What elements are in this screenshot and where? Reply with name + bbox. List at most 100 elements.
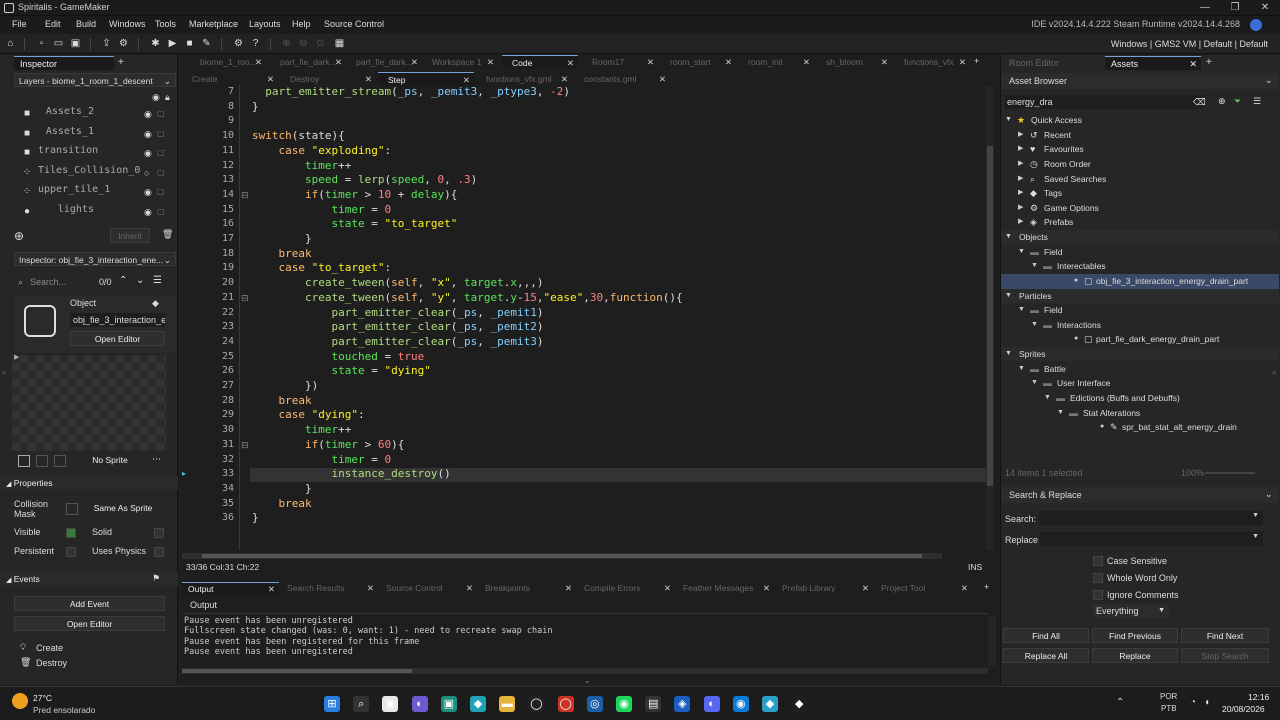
close-icon[interactable]: ✕ [335, 55, 342, 69]
add-tab-icon[interactable]: + [974, 56, 979, 66]
event-tab[interactable]: Step ✕ [378, 72, 474, 86]
workspace-tab[interactable]: Workspace 1 ✕ [422, 55, 498, 69]
open-project-icon[interactable]: ▭ [52, 37, 65, 50]
search-icon[interactable]: ⌕ [353, 696, 370, 712]
expand-arrow-icon[interactable]: ▶ [1018, 215, 1026, 230]
event-tab[interactable]: functions_vfx.gml ✕ [476, 72, 572, 86]
tree-item[interactable]: ▼ ▬ Interectables [1001, 259, 1279, 274]
asset-browser-header[interactable]: Asset Browser ⌄ [1001, 73, 1279, 89]
properties-header[interactable]: ◢ Properties [0, 476, 178, 490]
fold-icon[interactable]: ⊟ [241, 293, 249, 304]
mask-dropdown[interactable]: Same As Sprite [84, 501, 162, 516]
add-asset-icon[interactable]: ⊕ [1218, 96, 1226, 107]
tray-chevron-icon[interactable]: ⌃ [1116, 697, 1124, 708]
tree-item[interactable]: ▼ Sprites [1001, 347, 1279, 362]
expand-arrow-icon[interactable]: ▶ [1018, 142, 1026, 157]
event-tab[interactable]: Create ✕ [182, 72, 278, 86]
app-icon[interactable]: ◆ [762, 696, 778, 712]
account-avatar[interactable] [1250, 19, 1262, 31]
tree-item[interactable]: ▶ ⚙ Game Options [1001, 201, 1279, 216]
notepad-icon[interactable]: ▤ [645, 696, 662, 712]
workspace-tab[interactable]: sh_bloom ✕ [816, 55, 892, 69]
layer-row[interactable]: ■ Assets_1 ◉ ▢ [14, 125, 165, 143]
collapse-right-icon[interactable]: » [1272, 368, 1276, 377]
expand-arrow-icon[interactable]: ▼ [1031, 259, 1039, 274]
inherit-button[interactable]: Inherit [110, 228, 150, 243]
collapse-bottom-icon[interactable]: ⌄ [584, 676, 591, 685]
expand-arrow-icon[interactable]: ▼ [1005, 347, 1013, 362]
tree-item[interactable]: ● ▢ part_fie_dark_energy_drain_part [1001, 332, 1279, 347]
output-vscroll[interactable] [988, 616, 996, 666]
expand-arrow-icon[interactable]: ▶ [1018, 157, 1026, 172]
expand-arrow-icon[interactable]: ▶ [1018, 201, 1026, 216]
save-icon[interactable]: ▣ [69, 37, 82, 50]
network-icon[interactable]: ◔ [1190, 697, 1196, 708]
expand-arrow-icon[interactable]: ▼ [1031, 318, 1039, 333]
chrome-icon[interactable]: ◉ [382, 696, 399, 712]
close-icon[interactable]: ✕ [267, 72, 274, 86]
layers-dropdown[interactable]: Layers - biome_1_room_1_descent ⌄ [14, 73, 176, 87]
gamemaker-icon[interactable]: ◆ [470, 696, 486, 712]
expand-arrow-icon[interactable]: ▼ [1005, 113, 1013, 128]
close-icon[interactable]: ✕ [959, 55, 966, 69]
menu-icon[interactable]: ☰ [153, 275, 162, 286]
persistent-checkbox[interactable] [66, 547, 76, 557]
target-selector[interactable]: Windows | GMS2 VM | Default | Default [1111, 39, 1268, 49]
gamemaker-alt-icon[interactable]: ◆ [791, 696, 808, 712]
stop-search-button[interactable]: Stop Search [1181, 648, 1269, 663]
zoom-in-icon[interactable]: ⊕ [280, 37, 293, 50]
open-event-editor-button[interactable]: Open Editor [14, 616, 165, 631]
output-tab[interactable]: Compile Errors ✕ [578, 582, 675, 595]
discord-icon[interactable]: ◐ [411, 696, 428, 712]
output-tab[interactable]: Source Control ✕ [380, 582, 477, 595]
close-icon[interactable]: ✕ [647, 55, 654, 69]
tab-inspector[interactable]: Inspector [14, 56, 114, 70]
expand-arrow-icon[interactable]: ▼ [1005, 289, 1013, 304]
flag-icon[interactable]: ⚑ [152, 573, 160, 584]
expand-arrow-icon[interactable]: ▼ [1018, 362, 1026, 377]
tree-item[interactable]: ▶ ⌕ Saved Searches [1001, 172, 1279, 187]
output-tab[interactable]: Breakpoints ✕ [479, 582, 576, 595]
output-tab[interactable]: Prefab Library ✕ [776, 582, 873, 595]
layer-row[interactable]: ⁘ upper_tile_1 ◉ ▢ [14, 183, 165, 201]
maximize-icon[interactable]: ❐ [1220, 1, 1250, 15]
discord-alt-icon[interactable]: ◐ [703, 696, 720, 712]
tree-item[interactable]: ▼ Objects [1001, 230, 1279, 245]
eye-icon[interactable]: ◉ [144, 148, 152, 158]
inspector-dropdown[interactable]: Inspector: obj_fie_3_interaction_ene... ⌄ [14, 252, 176, 266]
output-tab[interactable]: Output ✕ [182, 582, 279, 595]
close-icon[interactable]: ✕ [268, 583, 275, 596]
lock-icon[interactable]: ▢ [157, 207, 165, 217]
tree-item[interactable]: ▶ ♥ Favourites [1001, 142, 1279, 157]
tab-room-editor[interactable]: Room Editor [1003, 56, 1101, 70]
layer-row[interactable]: ⁘ Tiles_Collision_0 ○ ▢ [14, 164, 165, 182]
more-icon[interactable]: ⋯ [152, 454, 161, 465]
lock-icon[interactable]: ▢ [157, 109, 165, 119]
workspace-tab[interactable]: room_start ✕ [660, 55, 736, 69]
close-icon[interactable]: ✕ [803, 55, 810, 69]
tree-item[interactable]: ▼ ▬ Battle [1001, 362, 1279, 377]
language-1[interactable]: POR [1160, 692, 1177, 701]
collapse-left-icon[interactable]: « [2, 368, 6, 377]
lock-icon[interactable]: ▢ [157, 148, 165, 158]
expand-arrow-icon[interactable]: ▶ [1018, 186, 1026, 201]
close-icon[interactable]: ✕ [487, 55, 494, 69]
opera-icon[interactable]: ◯ [557, 696, 574, 712]
sprite-select-icon[interactable] [18, 455, 30, 467]
menu-help[interactable]: Help [292, 19, 311, 29]
find-next-button[interactable]: Find Next [1181, 628, 1269, 643]
steam-icon[interactable]: ◎ [586, 696, 603, 712]
eye-icon[interactable]: ◉ [144, 129, 152, 139]
package-icon[interactable]: ⚙ [117, 37, 130, 50]
output-tab[interactable]: Feather Messages ✕ [677, 582, 774, 595]
menu-file[interactable]: File [12, 19, 27, 29]
weather-icon[interactable] [12, 693, 28, 709]
event-item-destroy[interactable]: Destroy [36, 658, 67, 668]
menu-edit[interactable]: Edit [45, 19, 61, 29]
close-icon[interactable]: ✕ [862, 582, 869, 595]
code-text[interactable]: part_emitter_stream(_ps, _pemit3, _ptype… [252, 85, 683, 526]
start-icon[interactable]: ⊞ [324, 696, 340, 712]
find-all-button[interactable]: Find All [1003, 628, 1089, 643]
add-layer-icon[interactable]: ⊕ [14, 229, 24, 243]
app-icon[interactable]: ▣ [440, 696, 457, 712]
